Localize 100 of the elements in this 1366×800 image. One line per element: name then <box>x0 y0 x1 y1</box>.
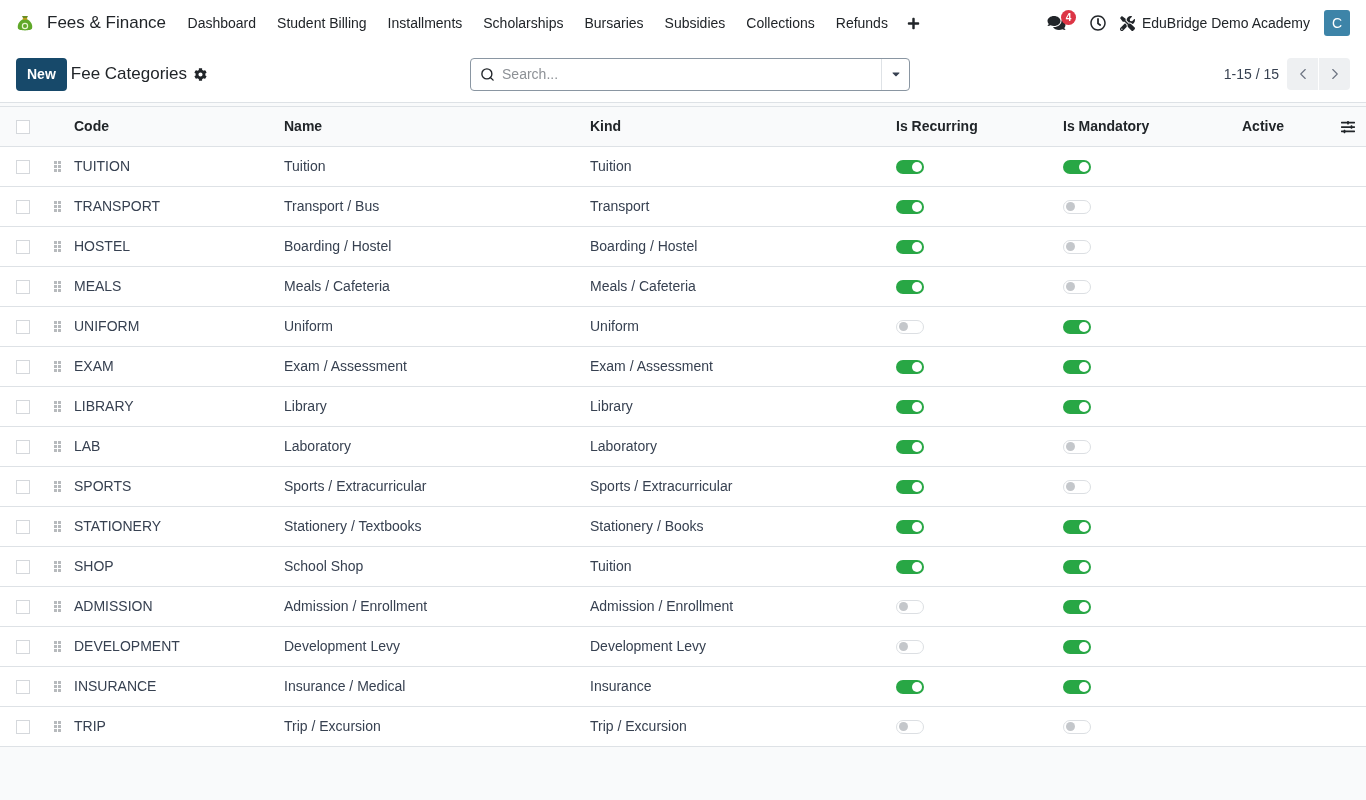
toggle-switch[interactable] <box>896 359 924 374</box>
row-checkbox[interactable] <box>16 639 30 654</box>
toggle-switch[interactable] <box>1063 479 1091 494</box>
column-header[interactable]: Active <box>1242 116 1330 137</box>
code-cell-text: INSURANCE <box>74 677 158 696</box>
row-checkbox[interactable] <box>16 559 30 574</box>
search-field[interactable]: Search... <box>470 57 911 91</box>
drag-handle-icon[interactable] <box>54 201 61 212</box>
menu-item[interactable]: Bursaries <box>573 12 655 34</box>
drag-handle-icon[interactable] <box>54 401 61 412</box>
drag-handle-icon[interactable] <box>54 481 61 492</box>
toggle-switch[interactable] <box>896 599 924 614</box>
toggle-switch[interactable] <box>896 519 924 534</box>
row-checkbox[interactable] <box>16 479 30 494</box>
toggle-switch[interactable] <box>1063 319 1091 334</box>
toggle-switch[interactable] <box>896 279 924 294</box>
toggle-switch[interactable] <box>896 239 924 254</box>
column-header[interactable]: Name <box>284 116 590 137</box>
drag-handle-icon[interactable] <box>54 521 61 532</box>
toggle-switch[interactable] <box>1063 439 1091 454</box>
toggle-switch[interactable] <box>1063 199 1091 214</box>
drag-handle-icon[interactable] <box>54 441 61 452</box>
kind-cell-text: Sports / Extracurricular <box>590 477 734 496</box>
pager-text[interactable]: 1-15 / 15 <box>1223 63 1279 85</box>
app-name[interactable]: Fees & Finance <box>47 10 167 36</box>
toggle-switch[interactable] <box>896 559 924 574</box>
row-checkbox[interactable] <box>16 399 30 414</box>
toggle-switch[interactable] <box>1063 719 1091 734</box>
toggle-switch[interactable] <box>1063 599 1091 614</box>
row-checkbox[interactable] <box>16 279 30 294</box>
column-header[interactable]: Kind <box>590 116 896 137</box>
row-checkbox[interactable] <box>16 519 30 534</box>
toggle-switch[interactable] <box>896 439 924 454</box>
select-all-checkbox[interactable] <box>16 119 30 134</box>
toggle-switch[interactable] <box>896 679 924 694</box>
row-checkbox[interactable] <box>16 439 30 454</box>
row-checkbox[interactable] <box>16 679 30 694</box>
toggle-switch[interactable] <box>1063 239 1091 254</box>
toggle-switch[interactable] <box>1063 639 1091 654</box>
row-checkbox[interactable] <box>16 599 30 614</box>
messages-icon[interactable] <box>1046 15 1066 31</box>
toggle-switch[interactable] <box>896 159 924 174</box>
toggle-switch[interactable] <box>896 399 924 414</box>
menu-item[interactable]: Collections <box>735 12 826 34</box>
clock-icon[interactable] <box>1089 15 1106 31</box>
toggle-switch[interactable] <box>896 719 924 734</box>
menu-item[interactable]: Refunds <box>825 12 899 34</box>
toggle-switch[interactable] <box>1063 559 1091 574</box>
code-cell-text: MEALS <box>74 277 123 296</box>
toggle-switch[interactable] <box>1063 519 1091 534</box>
plus-icon[interactable] <box>907 16 921 30</box>
user-avatar[interactable]: C <box>1324 10 1350 36</box>
row-checkbox[interactable] <box>16 159 30 174</box>
toggle-switch[interactable] <box>1063 679 1091 694</box>
toggle-switch[interactable] <box>896 639 924 654</box>
kind-cell-text: Exam / Assessment <box>590 357 714 376</box>
company-name[interactable]: EduBridge Demo Academy <box>1141 12 1310 34</box>
column-settings-icon[interactable] <box>1341 119 1355 134</box>
drag-handle-icon[interactable] <box>54 641 61 652</box>
drag-handle-icon[interactable] <box>54 721 61 732</box>
previous-page-button[interactable] <box>1287 58 1318 90</box>
toggle-switch[interactable] <box>1063 279 1091 294</box>
drag-handle-icon[interactable] <box>54 601 61 612</box>
settings-icon[interactable] <box>194 67 208 81</box>
menu-item[interactable]: Scholarships <box>472 12 574 34</box>
toggle-switch[interactable] <box>896 479 924 494</box>
toggle-switch[interactable] <box>896 199 924 214</box>
toggle-switch[interactable] <box>1063 399 1091 414</box>
name-cell-text: Stationery / Textbooks <box>284 517 423 536</box>
drag-handle-icon[interactable] <box>54 161 61 172</box>
toggle-switch[interactable] <box>1063 359 1091 374</box>
code-cell-text: EXAM <box>74 357 115 376</box>
drag-handle-icon[interactable] <box>54 281 61 292</box>
row-checkbox[interactable] <box>16 719 30 734</box>
money-bag-icon[interactable] <box>16 14 34 32</box>
search-input[interactable]: Search... <box>502 58 882 90</box>
column-header[interactable]: Code <box>74 116 284 137</box>
row-checkbox[interactable] <box>16 199 30 214</box>
row-checkbox[interactable] <box>16 319 30 334</box>
menu-item[interactable]: Dashboard <box>177 12 267 34</box>
kind-cell-text: Insurance <box>590 677 653 696</box>
menu-item[interactable]: Installments <box>377 12 473 34</box>
menu-item[interactable]: Student Billing <box>266 12 378 34</box>
next-page-button[interactable] <box>1319 58 1350 90</box>
new-button[interactable]: New <box>16 57 67 91</box>
drag-handle-icon[interactable] <box>54 241 61 252</box>
name-cell-text: School Shop <box>284 557 365 576</box>
drag-handle-icon[interactable] <box>54 681 61 692</box>
row-checkbox[interactable] <box>16 239 30 254</box>
drag-handle-icon[interactable] <box>54 361 61 372</box>
tools-icon[interactable] <box>1119 15 1135 31</box>
drag-handle-icon[interactable] <box>54 561 61 572</box>
menu-item[interactable]: Subsidies <box>654 12 736 34</box>
column-header[interactable]: Is Mandatory <box>1063 116 1242 137</box>
toggle-switch[interactable] <box>1063 159 1091 174</box>
column-header[interactable]: Is Recurring <box>896 116 1063 137</box>
toggle-switch[interactable] <box>896 319 924 334</box>
row-checkbox[interactable] <box>16 359 30 374</box>
drag-handle-icon[interactable] <box>54 321 61 332</box>
kind-cell-text: Admission / Enrollment <box>590 597 735 616</box>
